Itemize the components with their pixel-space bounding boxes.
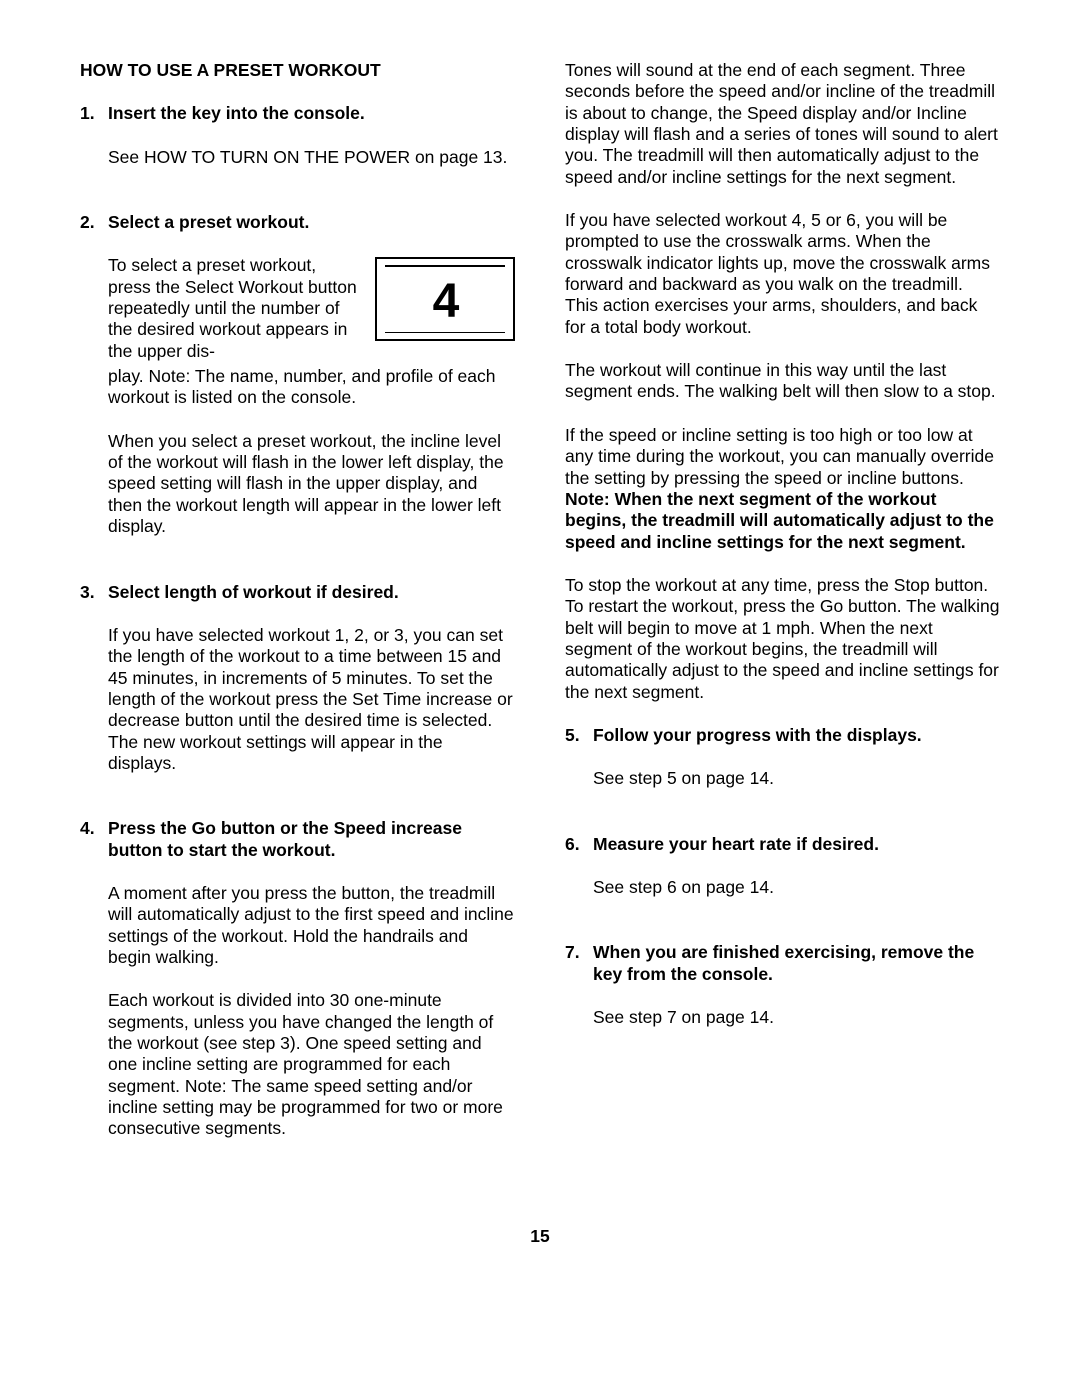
text-with-figure: To select a preset workout, press the Se…: [108, 255, 515, 362]
paragraph: See step 6 on page 14.: [593, 877, 1000, 898]
step-heading: When you are finished exercising, remove…: [593, 942, 1000, 985]
paragraph-with-note: If the speed or incline setting is too h…: [565, 425, 1000, 553]
display-frame-line: [385, 332, 505, 334]
step-number: 3.: [80, 582, 108, 797]
step-heading: Measure your heart rate if desired.: [593, 834, 1000, 855]
manual-page: HOW TO USE A PRESET WORKOUT 1. Insert th…: [0, 0, 1080, 1184]
paragraph: play. Note: The name, number, and profil…: [108, 366, 515, 409]
step-5: 5. Follow your progress with the display…: [565, 725, 1000, 812]
step-body: When you are finished exercising, remove…: [593, 942, 1000, 1050]
step-heading: Follow your progress with the displays.: [593, 725, 1000, 746]
step-number: 6.: [565, 834, 593, 921]
display-digit: 4: [377, 273, 513, 332]
step-7: 7. When you are finished exercising, rem…: [565, 942, 1000, 1050]
paragraph: To select a preset workout, press the Se…: [108, 255, 361, 362]
step-body: Insert the key into the console. See HOW…: [108, 103, 515, 190]
page-number: 15: [0, 1226, 1080, 1247]
right-column: Tones will sound at the end of each segm…: [565, 60, 1000, 1184]
paragraph: A moment after you press the button, the…: [108, 883, 515, 968]
paragraph: To stop the workout at any time, press t…: [565, 575, 1000, 703]
step-3: 3. Select length of workout if desired. …: [80, 582, 515, 797]
paragraph: See step 5 on page 14.: [593, 768, 1000, 789]
paragraph: Each workout is divided into 30 one-minu…: [108, 990, 515, 1139]
step-number: 7.: [565, 942, 593, 1050]
step-4: 4. Press the Go button or the Speed incr…: [80, 818, 515, 1161]
paragraph: See HOW TO TURN ON THE POWER on page 13.: [108, 147, 515, 168]
step-number: 1.: [80, 103, 108, 190]
step-heading: Select a preset workout.: [108, 212, 515, 233]
display-frame-line: [385, 265, 505, 267]
left-column: HOW TO USE A PRESET WORKOUT 1. Insert th…: [80, 60, 515, 1184]
paragraph: Tones will sound at the end of each segm…: [565, 60, 1000, 188]
step-heading: Insert the key into the console.: [108, 103, 515, 124]
step-number: 2.: [80, 212, 108, 559]
step-1: 1. Insert the key into the console. See …: [80, 103, 515, 190]
step-number: 5.: [565, 725, 593, 812]
section-title: HOW TO USE A PRESET WORKOUT: [80, 60, 515, 81]
step-number: 4.: [80, 818, 108, 1161]
step-body: Measure your heart rate if desired. See …: [593, 834, 1000, 921]
step-heading: Press the Go button or the Speed increas…: [108, 818, 515, 861]
console-display-figure: 4: [375, 257, 515, 341]
paragraph: If you have selected workout 1, 2, or 3,…: [108, 625, 515, 774]
step-body: Select length of workout if desired. If …: [108, 582, 515, 797]
paragraph: The workout will continue in this way un…: [565, 360, 1000, 403]
step-6: 6. Measure your heart rate if desired. S…: [565, 834, 1000, 921]
paragraph-text: If the speed or incline setting is too h…: [565, 425, 994, 488]
step-body: Press the Go button or the Speed increas…: [108, 818, 515, 1161]
note-bold: Note: When the next segment of the worko…: [565, 489, 994, 552]
step-body: Select a preset workout. To select a pre…: [108, 212, 515, 559]
step-heading: Select length of workout if desired.: [108, 582, 515, 603]
step-2: 2. Select a preset workout. To select a …: [80, 212, 515, 559]
paragraph: When you select a preset workout, the in…: [108, 431, 515, 538]
step-body: Follow your progress with the displays. …: [593, 725, 1000, 812]
paragraph: See step 7 on page 14.: [593, 1007, 1000, 1028]
paragraph: If you have selected workout 4, 5 or 6, …: [565, 210, 1000, 338]
